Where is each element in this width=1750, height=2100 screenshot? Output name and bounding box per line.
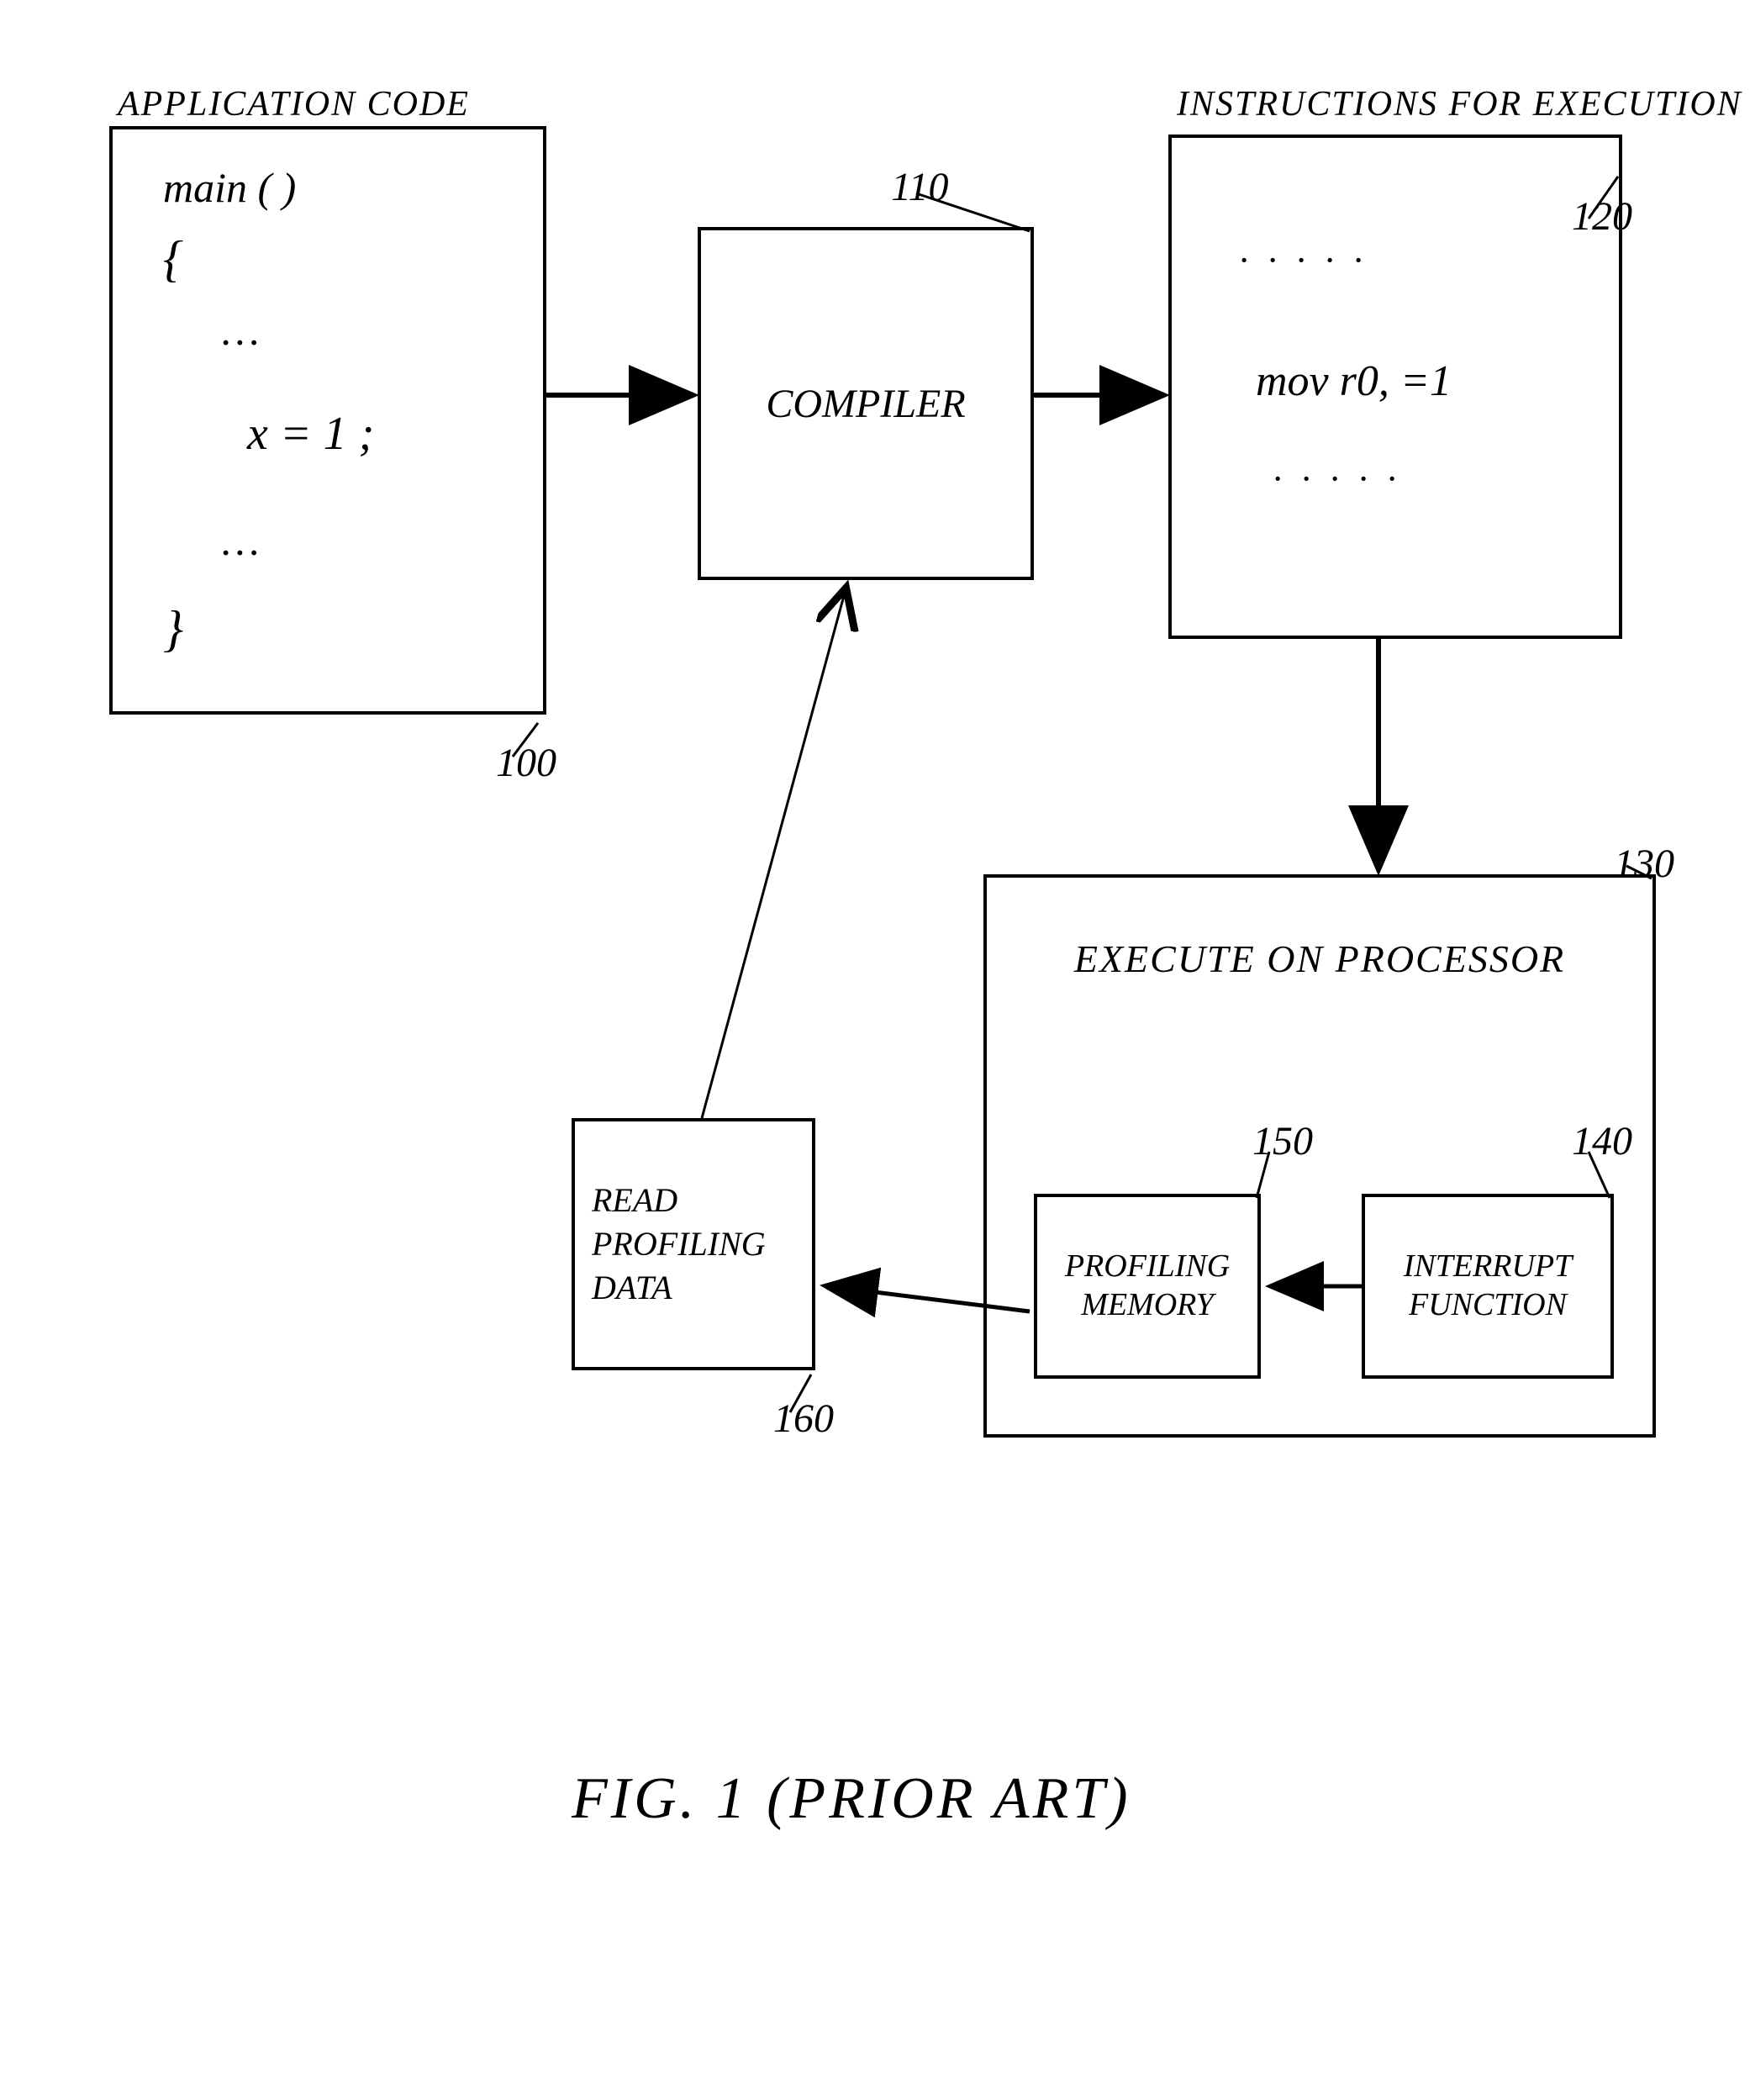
code-instr-mov: mov r0, =1 <box>1256 356 1452 406</box>
label-instructions: INSTRUCTIONS FOR EXECUTION <box>1177 84 1742 124</box>
code-instr-dots-top: · · · · · <box>1239 239 1368 282</box>
ref-130: 130 <box>1614 841 1674 887</box>
code-main-decl: main ( ) <box>163 163 296 212</box>
code-instr-dots-bot: · · · · · <box>1273 457 1401 500</box>
profiling-memory-label: PROFILING MEMORY <box>1046 1248 1249 1324</box>
ref-100: 100 <box>496 740 556 786</box>
ref-160: 160 <box>773 1396 834 1442</box>
ref-150: 150 <box>1252 1118 1313 1164</box>
ref-110: 110 <box>891 164 948 210</box>
code-brace-open: { <box>163 230 183 288</box>
compiler-label: COMPILER <box>766 381 965 427</box>
diagram-stage: APPLICATION CODE main ( ) { … x = 1 ; … … <box>0 0 1750 2100</box>
code-dots1: … <box>222 306 259 355</box>
box-interrupt-function: INTERRUPT FUNCTION <box>1362 1194 1614 1379</box>
arrow-read-to-compiler <box>702 593 845 1118</box>
interrupt-function-label: INTERRUPT FUNCTION <box>1373 1248 1602 1324</box>
ref-140: 140 <box>1572 1118 1632 1164</box>
figure-caption: FIG. 1 (PRIOR ART) <box>572 1765 1131 1833</box>
code-dots2: … <box>222 516 259 565</box>
code-brace-close: } <box>163 600 183 658</box>
ref-120: 120 <box>1572 193 1632 240</box>
box-profiling-memory: PROFILING MEMORY <box>1034 1194 1261 1379</box>
box-instructions: · · · · · mov r0, =1 · · · · · <box>1168 135 1622 639</box>
box-read-profiling: READ PROFILING DATA <box>572 1118 815 1370</box>
box-application-code: main ( ) { … x = 1 ; … } <box>109 126 546 715</box>
label-application-code: APPLICATION CODE <box>118 84 470 124</box>
processor-title: EXECUTE ON PROCESSOR <box>987 937 1652 981</box>
code-assign: x = 1 ; <box>247 407 374 461</box>
read-profiling-label: READ PROFILING DATA <box>592 1179 795 1310</box>
box-compiler: COMPILER <box>698 227 1034 580</box>
